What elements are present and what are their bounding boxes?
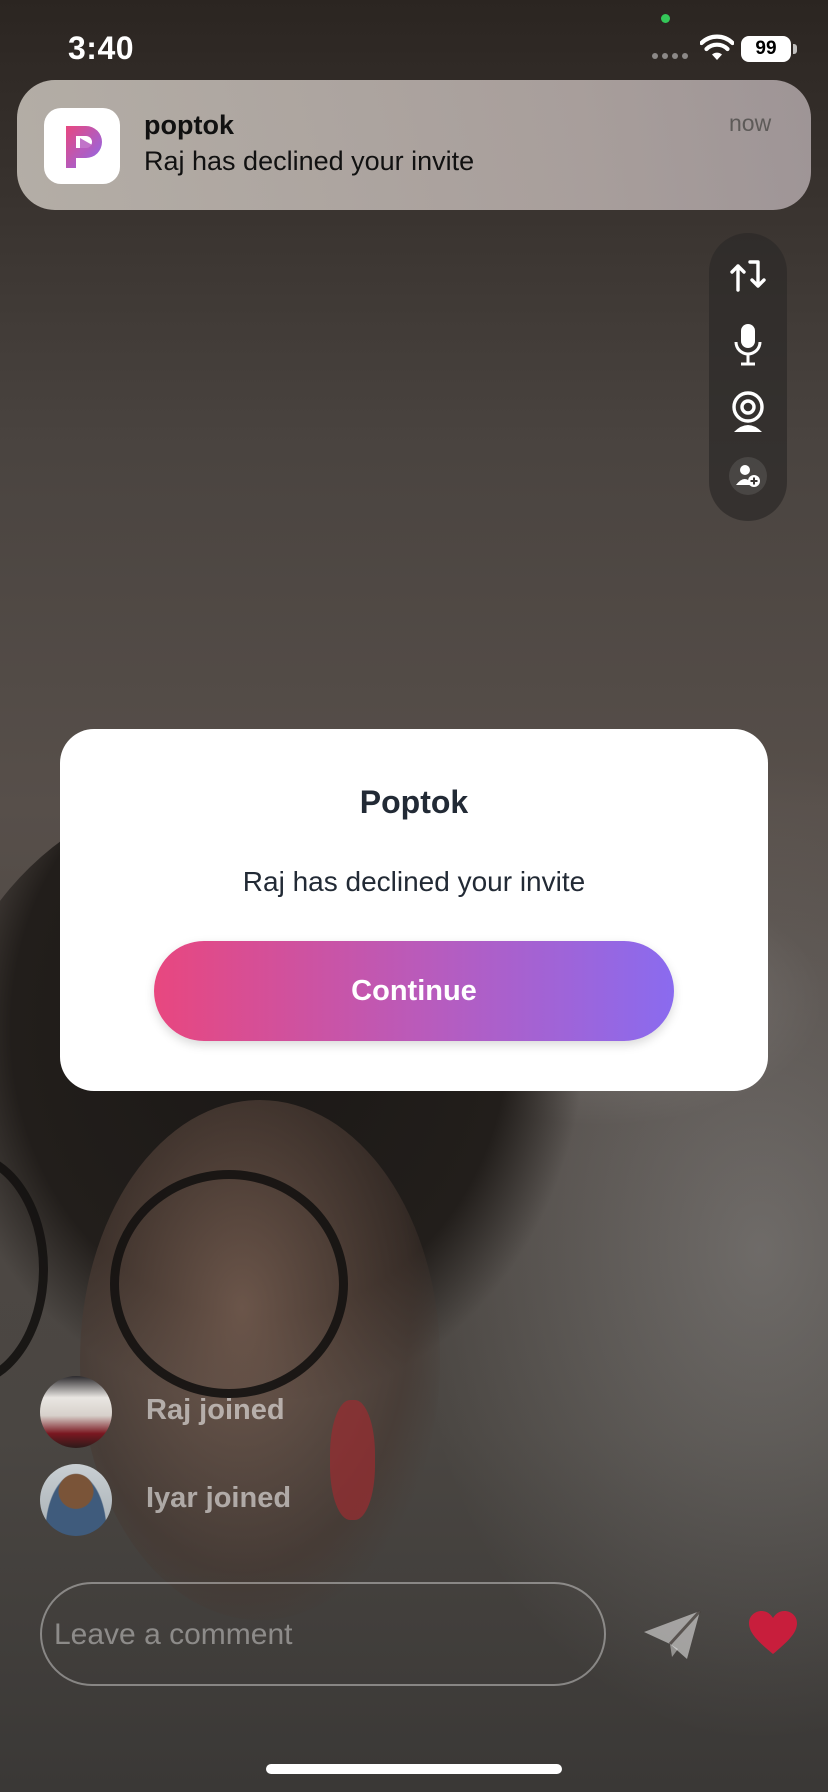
video-subject-glasses <box>110 1170 348 1398</box>
stream-controls <box>709 233 787 521</box>
switch-camera-icon[interactable] <box>718 246 778 306</box>
dialog-message: Raj has declined your invite <box>242 866 586 897</box>
continue-button[interactable]: Continue <box>154 941 674 1041</box>
poptok-app-icon <box>44 108 120 184</box>
avatar <box>40 1376 112 1448</box>
status-bar: 3:40 99 <box>0 0 828 96</box>
join-events-list: Raj joined Iyar joined <box>38 1376 438 1552</box>
join-event-text: Iyar joined <box>146 1482 292 1514</box>
comment-input[interactable] <box>52 1584 576 1686</box>
battery-tip <box>793 44 797 54</box>
notification-time: now <box>729 110 772 136</box>
join-event-item: Raj joined <box>38 1376 438 1464</box>
wifi-icon <box>700 34 734 60</box>
add-guest-icon[interactable] <box>718 446 778 506</box>
avatar <box>40 1464 112 1536</box>
microphone-icon[interactable] <box>718 314 778 374</box>
webcam-icon[interactable] <box>718 382 778 442</box>
battery-icon: 99 <box>741 36 791 62</box>
push-notification-banner[interactable]: poptok Raj has declined your invite now <box>17 80 811 210</box>
cellular-signal-icon <box>652 53 688 61</box>
send-icon[interactable] <box>642 1607 702 1663</box>
notification-app-name: poptok <box>144 110 234 140</box>
home-indicator <box>266 1764 562 1774</box>
heart-icon[interactable] <box>748 1610 798 1656</box>
dialog-title: Poptok <box>359 784 469 820</box>
join-event-item: Iyar joined <box>38 1464 438 1552</box>
notification-message: Raj has declined your invite <box>144 146 475 176</box>
alert-dialog: Poptok Raj has declined your invite Cont… <box>60 729 768 1091</box>
comment-box[interactable] <box>40 1582 606 1686</box>
privacy-indicator-dot <box>661 14 670 23</box>
join-event-text: Raj joined <box>146 1394 285 1426</box>
status-time: 3:40 <box>68 30 135 66</box>
